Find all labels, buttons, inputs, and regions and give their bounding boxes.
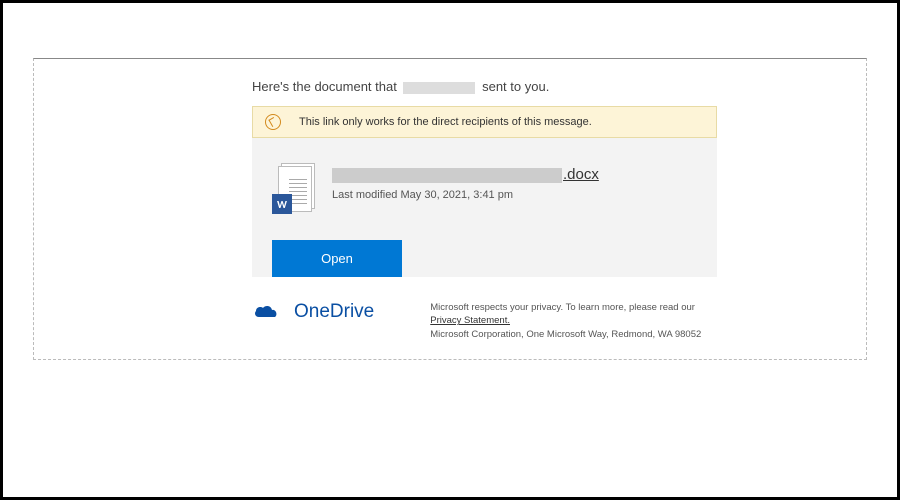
onedrive-brand: OneDrive bbox=[294, 301, 374, 323]
file-extension: .docx bbox=[563, 166, 599, 183]
cloud-icon bbox=[252, 303, 280, 321]
share-prefix: Here's the document that bbox=[252, 79, 397, 94]
word-badge: W bbox=[272, 194, 292, 214]
info-icon bbox=[265, 114, 281, 130]
share-message: Here's the document that sent to you. bbox=[252, 79, 848, 94]
notice-text: This link only works for the direct reci… bbox=[299, 116, 592, 128]
email-footer: OneDrive Microsoft respects your privacy… bbox=[252, 301, 848, 341]
document-link[interactable]: .docx bbox=[332, 166, 697, 183]
open-button[interactable]: Open bbox=[272, 240, 402, 277]
redacted-sender bbox=[403, 82, 475, 94]
onedrive-logo: OneDrive bbox=[252, 301, 374, 323]
word-document-icon: W bbox=[272, 166, 314, 218]
privacy-statement-link[interactable]: Privacy Statement. bbox=[430, 315, 510, 326]
last-modified: Last modified May 30, 2021, 3:41 pm bbox=[332, 189, 697, 201]
document-card: This link only works for the direct reci… bbox=[252, 106, 717, 277]
redacted-filename bbox=[332, 168, 562, 183]
document-area: W .docx Last modified May 30, 2021, 3:41… bbox=[252, 138, 717, 240]
share-suffix: sent to you. bbox=[482, 79, 549, 94]
email-container: Here's the document that sent to you. Th… bbox=[33, 58, 867, 360]
legal-text: Microsoft respects your privacy. To lear… bbox=[430, 301, 701, 341]
recipient-notice: This link only works for the direct reci… bbox=[252, 106, 717, 138]
document-info: .docx Last modified May 30, 2021, 3:41 p… bbox=[332, 166, 697, 201]
